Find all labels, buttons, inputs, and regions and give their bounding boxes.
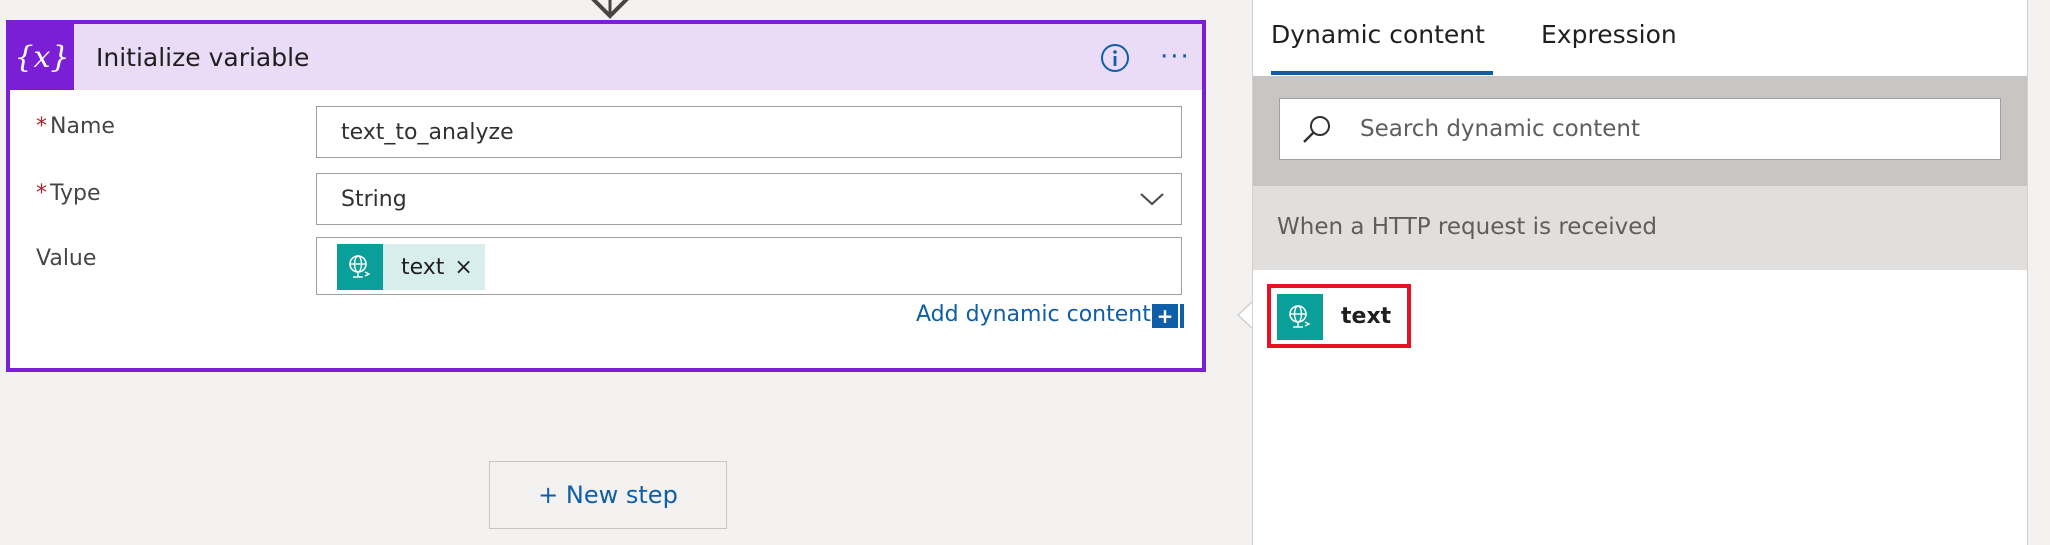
- variable-icon: {x}: [10, 24, 74, 90]
- name-input-value: text_to_analyze: [341, 120, 514, 145]
- http-request-icon: [337, 244, 383, 290]
- new-step-button[interactable]: + New step: [489, 461, 727, 529]
- type-label-text: Type: [50, 181, 101, 206]
- tab-dynamic-content[interactable]: Dynamic content: [1271, 20, 1485, 49]
- name-label-text: Name: [50, 114, 115, 139]
- card-title: Initialize variable: [96, 43, 310, 72]
- required-mark: *: [36, 181, 47, 206]
- add-dynamic-content-bar: [1180, 304, 1184, 328]
- dynamic-item-text[interactable]: text: [1267, 284, 1411, 348]
- tab-expression[interactable]: Expression: [1541, 20, 1677, 49]
- search-area: Search dynamic content: [1253, 76, 2027, 186]
- search-placeholder: Search dynamic content: [1360, 116, 1641, 142]
- trigger-group-title: When a HTTP request is received: [1277, 214, 1658, 240]
- name-input[interactable]: text_to_analyze: [316, 106, 1182, 158]
- http-request-icon: [1277, 294, 1323, 340]
- token-label: text: [401, 254, 445, 280]
- type-select-value: String: [341, 187, 407, 212]
- trigger-group-header[interactable]: When a HTTP request is received: [1253, 186, 2027, 270]
- value-input[interactable]: text ×: [316, 237, 1182, 295]
- dynamic-item-label: text: [1341, 304, 1392, 329]
- remove-token-icon[interactable]: ×: [454, 255, 484, 280]
- type-select[interactable]: String: [316, 173, 1182, 225]
- variable-icon-glyph: {x}: [14, 39, 70, 75]
- value-label: Value: [36, 246, 97, 271]
- initialize-variable-card[interactable]: {x} Initialize variable ··· * Name text_t…: [6, 20, 1206, 372]
- search-input[interactable]: Search dynamic content: [1279, 98, 2001, 160]
- chevron-down-icon[interactable]: [1139, 190, 1165, 208]
- add-dynamic-content-link[interactable]: Add dynamic content: [916, 302, 1151, 327]
- card-header[interactable]: {x} Initialize variable ···: [10, 24, 1202, 90]
- add-dynamic-content-plus-icon[interactable]: +: [1152, 304, 1178, 328]
- required-mark: *: [36, 114, 47, 139]
- connector-arrow-icon: [591, 0, 629, 19]
- info-icon[interactable]: [1100, 43, 1130, 73]
- type-label: * Type: [36, 181, 101, 206]
- search-icon: [1303, 116, 1330, 143]
- active-tab-indicator: [1271, 71, 1493, 75]
- name-label: * Name: [36, 114, 115, 139]
- dynamic-token[interactable]: text ×: [337, 244, 485, 290]
- more-options-icon[interactable]: ···: [1160, 44, 1191, 70]
- dynamic-content-panel: Dynamic content Expression Search dynami…: [1252, 0, 2028, 545]
